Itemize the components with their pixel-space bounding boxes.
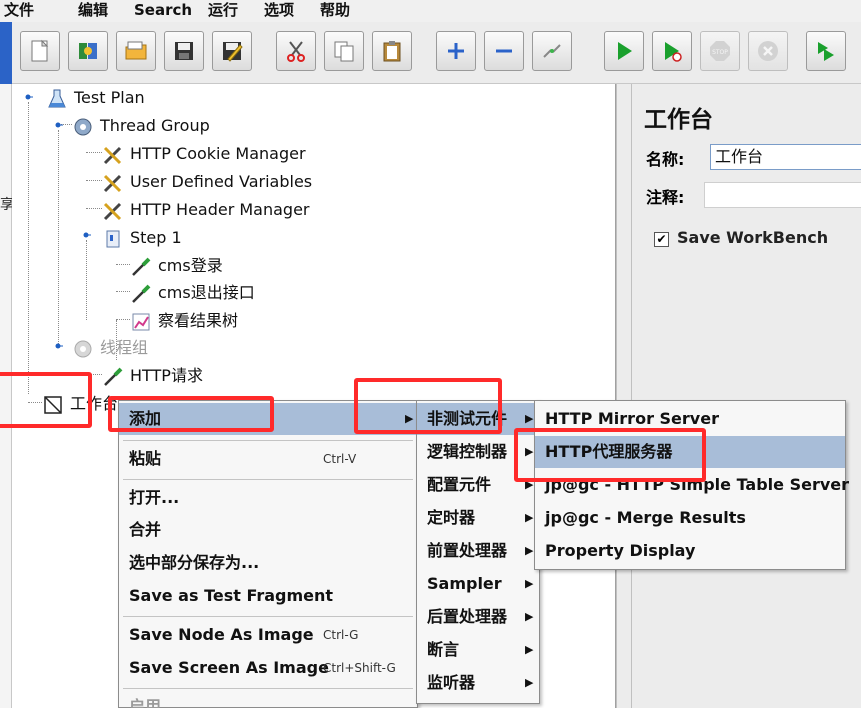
- new-icon[interactable]: [20, 31, 60, 71]
- tree-toggle-icon[interactable]: [53, 341, 63, 351]
- controller-icon: [106, 230, 120, 248]
- submenu-item-non-test-elements[interactable]: 非测试元件 ▶: [417, 403, 539, 435]
- save-workbench-label: Save WorkBench: [677, 228, 829, 247]
- menu-item-save-node-image[interactable]: Save Node As Image Ctrl-G: [119, 619, 417, 651]
- menu-item-enable[interactable]: 启用: [119, 691, 417, 708]
- svg-text:STOP: STOP: [712, 49, 728, 56]
- submenu-item-mirror-server[interactable]: HTTP Mirror Server: [535, 403, 845, 435]
- toolbar: STOP: [0, 22, 861, 84]
- submenu-item-property-display[interactable]: Property Display: [535, 535, 845, 567]
- paste-icon[interactable]: [372, 31, 412, 71]
- submenu-item-sampler[interactable]: Sampler ▶: [417, 568, 539, 600]
- menu-item-merge[interactable]: 合并: [119, 514, 417, 546]
- comment-field[interactable]: [704, 182, 861, 208]
- pipette-icon: [132, 284, 151, 303]
- open-icon[interactable]: [116, 31, 156, 71]
- menu-run[interactable]: 运行: [208, 0, 238, 22]
- name-field[interactable]: 工作台: [710, 144, 861, 170]
- submenu-item-pre-processor[interactable]: 前置处理器 ▶: [417, 535, 539, 567]
- expand-icon[interactable]: [436, 31, 476, 71]
- submenu-arrow-icon: ▶: [525, 643, 534, 656]
- menu-search[interactable]: Search: [134, 0, 192, 22]
- submenu-item-config-element[interactable]: 配置元件 ▶: [417, 469, 539, 501]
- collapse-icon[interactable]: [484, 31, 524, 71]
- tools-icon: [103, 202, 122, 221]
- tools-icon: [103, 146, 122, 165]
- tree-toggle-icon[interactable]: [23, 92, 33, 102]
- menu-bar: 文件 编辑 Search 运行 选项 帮助: [0, 0, 861, 22]
- submenu-arrow-icon: ▶: [525, 412, 534, 425]
- page-title: 工作台: [644, 107, 713, 133]
- add-submenu: 非测试元件 ▶ 逻辑控制器 ▶ 配置元件 ▶ 定时器 ▶ 前置处理器 ▶ Sam…: [416, 400, 540, 704]
- cut-icon[interactable]: [276, 31, 316, 71]
- stop-icon[interactable]: STOP: [700, 31, 740, 71]
- submenu-arrow-icon: ▶: [525, 610, 534, 623]
- copy-icon[interactable]: [324, 31, 364, 71]
- remote-start-icon[interactable]: [806, 31, 846, 71]
- gear-icon: [74, 118, 92, 136]
- menu-item-paste[interactable]: 粘贴 Ctrl-V: [119, 443, 417, 475]
- menu-options[interactable]: 选项: [264, 0, 294, 22]
- save-workbench-checkbox[interactable]: ✔: [654, 232, 669, 247]
- menu-item-add[interactable]: 添加 ▶: [119, 403, 417, 435]
- left-panel-edge: 享: [0, 84, 14, 708]
- submenu-arrow-icon: ▶: [525, 511, 534, 524]
- menu-file[interactable]: 文件: [4, 0, 34, 22]
- panel-splitter[interactable]: [616, 84, 632, 708]
- submenu-item-logic-controller[interactable]: 逻辑控制器 ▶: [417, 436, 539, 468]
- tree-toggle-icon[interactable]: [81, 230, 91, 240]
- submenu-item-listener[interactable]: 监听器 ▶: [417, 667, 539, 699]
- pipette-icon: [104, 367, 123, 386]
- window-edge-accent: [0, 22, 12, 84]
- tools-icon: [103, 174, 122, 193]
- menu-item-open[interactable]: 打开...: [119, 482, 417, 514]
- menu-help[interactable]: 帮助: [320, 0, 350, 22]
- submenu-arrow-icon: ▶: [405, 412, 414, 425]
- start-icon[interactable]: [604, 31, 644, 71]
- save-as-icon[interactable]: [212, 31, 252, 71]
- submenu-item-proxy-server[interactable]: HTTP代理服务器: [535, 436, 845, 468]
- context-menu: 添加 ▶ 粘贴 Ctrl-V 打开... 合并 选中部分保存为... Save …: [118, 400, 418, 708]
- flask-icon: [48, 89, 66, 108]
- comment-label: 注释:: [646, 188, 685, 207]
- toggle-icon[interactable]: [532, 31, 572, 71]
- gear-icon: [74, 340, 92, 358]
- submenu-item-post-processor[interactable]: 后置处理器 ▶: [417, 601, 539, 633]
- shutdown-icon[interactable]: [748, 31, 788, 71]
- name-label: 名称:: [646, 150, 685, 169]
- workbench-icon: [44, 396, 62, 414]
- submenu-item-assertion[interactable]: 断言 ▶: [417, 634, 539, 666]
- pipette-icon: [132, 257, 151, 276]
- tree-toggle-icon[interactable]: [53, 120, 63, 130]
- submenu-item-merge-results[interactable]: jp@gc - Merge Results: [535, 502, 845, 534]
- start-no-pause-icon[interactable]: [652, 31, 692, 71]
- submenu-arrow-icon: ▶: [525, 544, 534, 557]
- submenu-arrow-icon: ▶: [525, 676, 534, 689]
- non-test-elements-submenu: HTTP Mirror Server HTTP代理服务器 jp@gc - HTT…: [534, 400, 849, 570]
- submenu-arrow-icon: ▶: [525, 445, 534, 458]
- menu-item-save-screen-image[interactable]: Save Screen As Image Ctrl+Shift-G: [119, 652, 417, 684]
- save-icon[interactable]: [164, 31, 204, 71]
- submenu-arrow-icon: ▶: [525, 478, 534, 491]
- submenu-arrow-icon: ▶: [525, 577, 534, 590]
- submenu-item-timer[interactable]: 定时器 ▶: [417, 502, 539, 534]
- menu-item-save-test-fragment[interactable]: Save as Test Fragment: [119, 580, 417, 612]
- workbench-panel: 工作台 名称: 工作台 注释: ✔ Save WorkBench: [632, 84, 861, 708]
- menu-item-save-selection[interactable]: 选中部分保存为...: [119, 547, 417, 579]
- submenu-item-simple-table-server[interactable]: jp@gc - HTTP Simple Table Server: [535, 469, 849, 501]
- chart-icon: [132, 313, 150, 331]
- templates-icon[interactable]: [68, 31, 108, 71]
- menu-edit[interactable]: 编辑: [78, 0, 108, 22]
